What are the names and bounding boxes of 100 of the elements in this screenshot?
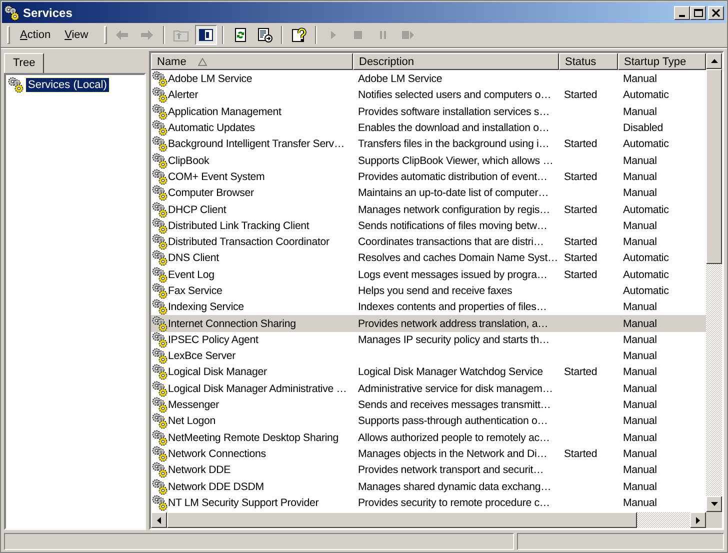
- table-cell: Manages IP security policy and starts th…: [358, 334, 550, 346]
- table-cell: Manual: [623, 73, 657, 86]
- table-cell: Manual: [623, 220, 657, 232]
- scroll-down-button[interactable]: [706, 496, 722, 512]
- table-cell: Network DDE DSDM: [168, 480, 264, 493]
- table-cell: Provides software installation services s…: [358, 106, 550, 118]
- table-cell: Started: [564, 252, 598, 264]
- vertical-scrollbar[interactable]: [706, 53, 722, 512]
- menu-item[interactable]: Action: [14, 27, 57, 43]
- table-cell: Started: [564, 268, 598, 281]
- close-button[interactable]: [708, 6, 724, 20]
- table-cell: Started: [564, 138, 598, 150]
- gears-icon: [152, 446, 168, 462]
- scroll-up-button[interactable]: [706, 53, 722, 69]
- table-row[interactable]: DNS Client Resolves and caches Domain Name Syst… Started Automatic: [151, 250, 706, 267]
- table-row[interactable]: ClipBook Supports ClipBook Viewer, which allows … Manual: [151, 152, 706, 169]
- table-row[interactable]: NetMeeting Remote Desktop Sharing Allows authorized people to remotely ac… Manual: [151, 430, 706, 446]
- table-cell: Automatic Updates: [168, 122, 255, 134]
- table-cell: Started: [564, 236, 598, 248]
- help-icon: [291, 27, 308, 43]
- table-row[interactable]: COM+ Event System Provides automatic distribution of event… Started Manual: [151, 168, 706, 186]
- table-cell: Manual: [623, 236, 657, 248]
- minimize-icon: [679, 14, 685, 16]
- menu-item[interactable]: View: [58, 27, 94, 43]
- gears-icon: [152, 430, 168, 446]
- tree-tab[interactable]: Tree: [4, 53, 44, 73]
- table-row[interactable]: Indexing Service Indexes contents and properties of files… Manual: [151, 299, 706, 316]
- gears-icon: [152, 218, 168, 234]
- table-cell: Distributed Transaction Coordinator: [168, 236, 330, 248]
- table-cell: Manual: [623, 154, 657, 167]
- table-cell: Provides automatic distribution of event…: [358, 170, 548, 183]
- maximize-icon: [694, 8, 702, 16]
- table-row[interactable]: NT LM Security Support Provider Provides security to remote procedure c… Manual: [151, 494, 706, 512]
- gears-icon: [152, 380, 168, 397]
- table-cell: Logs event messages issued by progra…: [358, 268, 548, 281]
- table-row[interactable]: IPSEC Policy Agent Manages IP security policy and starts th… Manual: [151, 332, 706, 348]
- table-row[interactable]: Logical Disk Manager Logical Disk Manager Watchdog Service Started Manual: [151, 364, 706, 381]
- table-cell: Logical Disk Manager: [168, 366, 267, 378]
- table-cell: Logical Disk Manager Watchdog Service: [358, 366, 543, 378]
- table-row[interactable]: Fax Service Helps you send and receive faxes Automatic: [151, 282, 706, 300]
- table-row[interactable]: Automatic Updates Enables the download and installation o… Disabled: [151, 120, 706, 136]
- gears-icon: [152, 397, 168, 414]
- table-row[interactable]: Computer Browser Maintains an up-to-date list of computer… Manual: [151, 185, 706, 202]
- table-cell: Sends notifications of files moving betw…: [358, 220, 548, 232]
- tree-item[interactable]: Services (Local): [26, 78, 109, 92]
- gears-icon: [152, 87, 168, 104]
- scroll-thumb[interactable]: [706, 69, 722, 264]
- table-cell: Manual: [623, 448, 657, 460]
- table-row[interactable]: Adobe LM Service Adobe LM Service Manual: [151, 71, 706, 88]
- column-header[interactable]: Status: [559, 53, 618, 70]
- table-cell: Maintains an up-to-date list of computer…: [358, 187, 549, 200]
- table-cell: Provides network address translation, a…: [358, 318, 548, 330]
- minimize-button[interactable]: [674, 6, 690, 20]
- gears-icon: [152, 71, 168, 88]
- gears-icon: [152, 266, 168, 283]
- table-cell: Automatic: [623, 268, 669, 281]
- table-cell: Coordinates transactions that are distri…: [358, 236, 544, 248]
- scroll-left-button[interactable]: [151, 512, 167, 528]
- gears-icon: [152, 136, 168, 152]
- table-row[interactable]: DHCP Client Manages network configuration by regis… Started Automatic: [151, 201, 706, 218]
- refresh-icon: [232, 27, 248, 43]
- table-row[interactable]: LexBce Server Manual: [151, 348, 706, 364]
- close-icon: [712, 8, 720, 16]
- gears-icon: [152, 316, 168, 332]
- maximize-button[interactable]: [690, 6, 706, 20]
- export-list-icon: [257, 27, 274, 43]
- scroll-thumb[interactable]: [167, 512, 637, 528]
- window-title: Services: [23, 6, 74, 20]
- table-row[interactable]: Network Connections Manages objects in the Network and Di… Started Manual: [151, 446, 706, 462]
- table-cell: Manages network configuration by regis…: [358, 204, 550, 216]
- table-row[interactable]: Messenger Sends and receives messages transmitt… Manual: [151, 396, 706, 414]
- pane-button[interactable]: [195, 25, 218, 45]
- table-cell: Manual: [623, 106, 657, 118]
- table-cell: Network Connections: [168, 448, 266, 460]
- table-row[interactable]: Alerter Notifies selected users and computers o… Started Automatic: [151, 87, 706, 104]
- column-header[interactable]: Startup Type: [618, 53, 706, 70]
- table-row[interactable]: Net Logon Supports pass-through authentication o… Manual: [151, 413, 706, 430]
- table-row[interactable]: Distributed Link Tracking Client Sends notifications of files moving betw… Manual: [151, 218, 706, 234]
- table-cell: Supports ClipBook Viewer, which allows …: [358, 154, 554, 167]
- table-row[interactable]: Logical Disk Manager Administrative … Administrative service for disk managem… Manual: [151, 380, 706, 397]
- table-row[interactable]: Network DDE Provides network transport and securit… Manual: [151, 462, 706, 478]
- table-cell: Helps you send and receive faxes: [358, 285, 512, 297]
- horizontal-scrollbar[interactable]: [151, 512, 722, 528]
- table-row[interactable]: Internet Connection Sharing Provides network address translation, a… Manual: [151, 315, 706, 332]
- scroll-right-button[interactable]: [690, 512, 706, 528]
- left-arrow-icon: [157, 516, 161, 524]
- table-row[interactable]: Distributed Transaction Coordinator Coordinates transactions that are distri… Started Manual: [151, 234, 706, 250]
- table-row[interactable]: Application Management Provides software installation services s… Manual: [151, 104, 706, 120]
- table-row[interactable]: Background Intelligent Transfer Serv… Transfers files in the background using i… Started Automatic: [151, 136, 706, 152]
- table-cell: Indexing Service: [168, 301, 244, 314]
- column-header[interactable]: Name: [151, 53, 353, 70]
- table-cell: Distributed Link Tracking Client: [168, 220, 310, 232]
- table-row[interactable]: Event Log Logs event messages issued by progra… Started Automatic: [151, 266, 706, 283]
- column-header[interactable]: Description: [353, 53, 559, 70]
- table-cell: Adobe LM Service: [358, 73, 442, 86]
- table-row[interactable]: Network DDE DSDM Manages shared dynamic data exchang… Manual: [151, 478, 706, 495]
- gears-icon: [152, 299, 168, 316]
- table-cell: Manages shared dynamic data exchang…: [358, 480, 552, 493]
- table-cell: Manual: [623, 187, 657, 200]
- gears-icon: [152, 120, 168, 136]
